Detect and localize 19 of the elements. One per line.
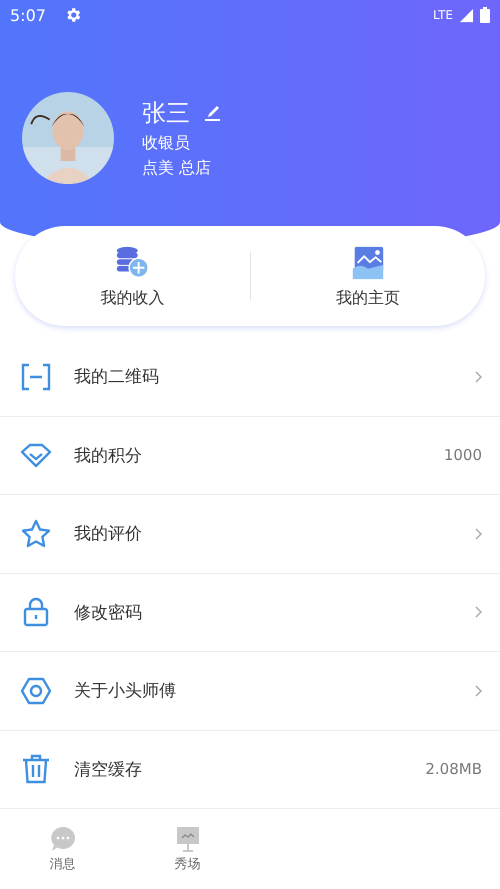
nav-tab[interactable]: 秀场 <box>125 825 250 873</box>
network-type: LTE <box>433 8 453 22</box>
star-icon <box>20 518 52 550</box>
battery-icon <box>480 7 490 23</box>
signal-icon <box>459 8 474 22</box>
trash-icon <box>20 753 52 786</box>
chevron-right-icon <box>474 370 482 383</box>
nav-tab[interactable]: 消息 <box>0 825 125 873</box>
chevron-right-icon <box>474 528 482 540</box>
store-name: 点美 总店 <box>142 158 212 179</box>
chevron-right-icon <box>474 606 482 618</box>
chat-bubble-icon <box>48 825 76 853</box>
edit-icon[interactable] <box>202 103 222 123</box>
status-time: 5:07 <box>10 6 46 24</box>
chevron-right-icon <box>474 684 482 697</box>
user-role: 收银员 <box>142 133 191 154</box>
shortcut-button[interactable]: 我的收入 <box>15 244 250 308</box>
user-name: 张三 <box>142 98 190 129</box>
shortcut-button[interactable]: 我的主页 <box>250 244 485 308</box>
